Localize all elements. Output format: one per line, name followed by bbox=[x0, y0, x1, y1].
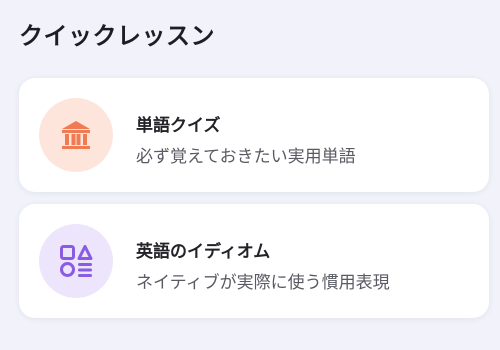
card-title: 単語クイズ bbox=[136, 116, 221, 136]
icon-circle bbox=[39, 224, 113, 298]
bank-icon bbox=[59, 118, 93, 152]
card-subtitle: ネイティブが実際に使う慣用表現 bbox=[136, 273, 390, 293]
icon-circle bbox=[39, 98, 113, 172]
section-title: クイックレッスン bbox=[19, 22, 215, 50]
lesson-card-vocabulary-quiz[interactable]: 単語クイズ 必ず覚えておきたい実用単語 bbox=[19, 78, 489, 192]
card-subtitle: 必ず覚えておきたい実用単語 bbox=[136, 147, 356, 167]
lesson-card-english-idioms[interactable]: 英語のイディオム ネイティブが実際に使う慣用表現 bbox=[19, 204, 489, 318]
shapes-icon bbox=[58, 243, 94, 279]
card-title: 英語のイディオム bbox=[136, 242, 271, 262]
